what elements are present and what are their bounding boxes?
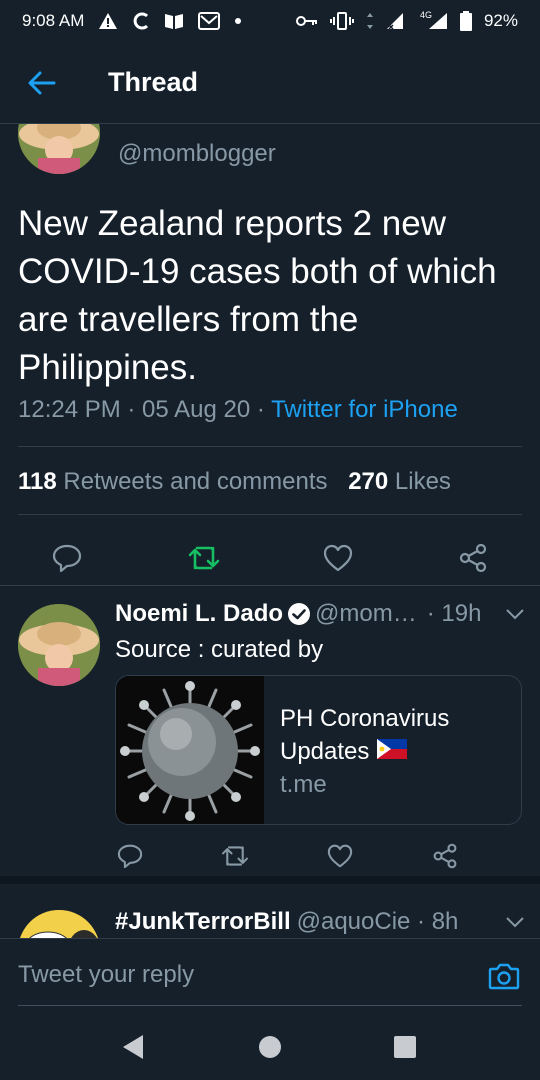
key-icon xyxy=(295,15,318,27)
likes-stat[interactable]: 270 Likes xyxy=(348,468,451,495)
reply-input[interactable] xyxy=(18,951,458,999)
card-title-line2: Updates xyxy=(280,735,449,768)
avatar[interactable] xyxy=(18,604,100,686)
tweet-actions xyxy=(0,528,540,585)
app-header: Thread xyxy=(0,42,540,124)
notification-dot-icon xyxy=(234,17,242,25)
arrow-left-icon xyxy=(28,71,56,94)
status-bar: 9:08 AM 4G 92% xyxy=(0,0,540,42)
card-title-line1: PH Coronavirus xyxy=(280,705,450,732)
chevron-down-icon[interactable] xyxy=(505,608,525,620)
circle-home-icon xyxy=(259,1036,281,1058)
wifi-signal-icon xyxy=(386,12,408,30)
heart-icon xyxy=(323,544,353,572)
share-icon xyxy=(433,843,457,869)
divider xyxy=(18,446,522,447)
card-title-text: Updates xyxy=(280,738,370,765)
back-button[interactable] xyxy=(0,42,84,124)
reply-header: Noemi L. Dado @mom… · 19h xyxy=(115,600,525,628)
like-button[interactable] xyxy=(320,836,360,876)
page-title: Thread xyxy=(108,67,199,97)
battery-icon xyxy=(459,11,472,31)
next-header: #JunkTerrorBill @aquoCie · 8h xyxy=(115,908,525,936)
retweets-label: Retweets and comments xyxy=(63,468,328,495)
battery-percent: 92% xyxy=(483,11,518,30)
comment-icon xyxy=(52,544,82,572)
c-app-icon xyxy=(132,11,150,31)
share-button[interactable] xyxy=(425,836,465,876)
nav-back-button[interactable] xyxy=(118,1032,148,1062)
reply-button[interactable] xyxy=(110,836,150,876)
data-arrows-icon xyxy=(366,12,374,30)
retweets-stat[interactable]: 118 Retweets and comments xyxy=(18,468,328,495)
retweets-count: 118 xyxy=(18,468,57,495)
tweet-source-link[interactable]: Twitter for iPhone xyxy=(271,396,458,423)
share-icon xyxy=(459,543,487,573)
book-icon xyxy=(164,12,184,30)
nav-home-button[interactable] xyxy=(255,1032,285,1062)
tweet-time-date: 12:24 PM · 05 Aug 20 · xyxy=(18,396,272,423)
main-tweet: @momblogger New Zealand reports 2 new CO… xyxy=(0,124,540,586)
triangle-back-icon xyxy=(123,1035,143,1059)
gmail-icon xyxy=(198,12,221,30)
avatar[interactable] xyxy=(18,124,100,174)
heart-icon xyxy=(327,844,353,868)
retweet-button[interactable] xyxy=(184,538,224,578)
reply-button[interactable] xyxy=(47,538,87,578)
status-time: 9:08 AM xyxy=(22,11,85,30)
chevron-down-icon[interactable] xyxy=(505,916,525,928)
retweet-icon xyxy=(188,546,220,570)
tweet-text: New Zealand reports 2 new COVID-19 cases… xyxy=(18,204,497,387)
network-type: 4G xyxy=(419,10,432,20)
camera-button[interactable] xyxy=(486,959,522,993)
tweet-handle[interactable]: @momblogger xyxy=(118,140,276,168)
vibrate-icon xyxy=(329,12,354,30)
card-body: PH Coronavirus Updates t.me xyxy=(264,676,449,824)
likes-label: Likes xyxy=(394,468,451,495)
retweet-button[interactable] xyxy=(215,836,255,876)
verified-badge-icon xyxy=(287,602,311,626)
cell-signal-icon: 4G xyxy=(419,10,448,30)
display-name[interactable]: Noemi L. Dado xyxy=(115,600,283,628)
reply-text: Source : curated by xyxy=(115,636,324,663)
tweet-timestamp: 12:24 PM · 05 Aug 20 · Twitter for iPhon… xyxy=(18,396,458,424)
nav-recents-button[interactable] xyxy=(390,1032,420,1062)
display-name[interactable]: #JunkTerrorBill xyxy=(115,908,291,936)
reply-composer xyxy=(0,938,540,1012)
philippines-flag-icon xyxy=(377,735,408,768)
input-underline xyxy=(18,1005,522,1006)
card-domain: t.me xyxy=(280,771,327,798)
tweet-stats: 118 Retweets and comments 270 Likes xyxy=(18,468,451,496)
divider xyxy=(18,514,522,515)
comment-icon xyxy=(117,844,143,868)
square-recents-icon xyxy=(394,1036,416,1058)
reply-time: · 19h xyxy=(426,600,482,627)
next-tweet[interactable]: #JunkTerrorBill @aquoCie · 8h xyxy=(0,892,540,938)
camera-icon xyxy=(488,963,520,990)
likes-count: 270 xyxy=(348,468,389,495)
link-card[interactable]: PH Coronavirus Updates t.me xyxy=(115,675,522,825)
share-button[interactable] xyxy=(453,538,493,578)
reply-actions xyxy=(0,836,540,876)
retweet-icon xyxy=(221,846,249,866)
next-handle[interactable]: @aquoCie · 8h xyxy=(297,908,459,936)
virus-image xyxy=(116,676,264,824)
system-nav-bar xyxy=(0,1012,540,1080)
reply-tweet[interactable]: Noemi L. Dado @mom… · 19h Source : curat… xyxy=(0,586,540,884)
like-button[interactable] xyxy=(318,538,358,578)
avatar[interactable] xyxy=(18,910,100,938)
reply-handle[interactable]: @mom… xyxy=(315,600,417,628)
warning-icon xyxy=(98,12,118,30)
